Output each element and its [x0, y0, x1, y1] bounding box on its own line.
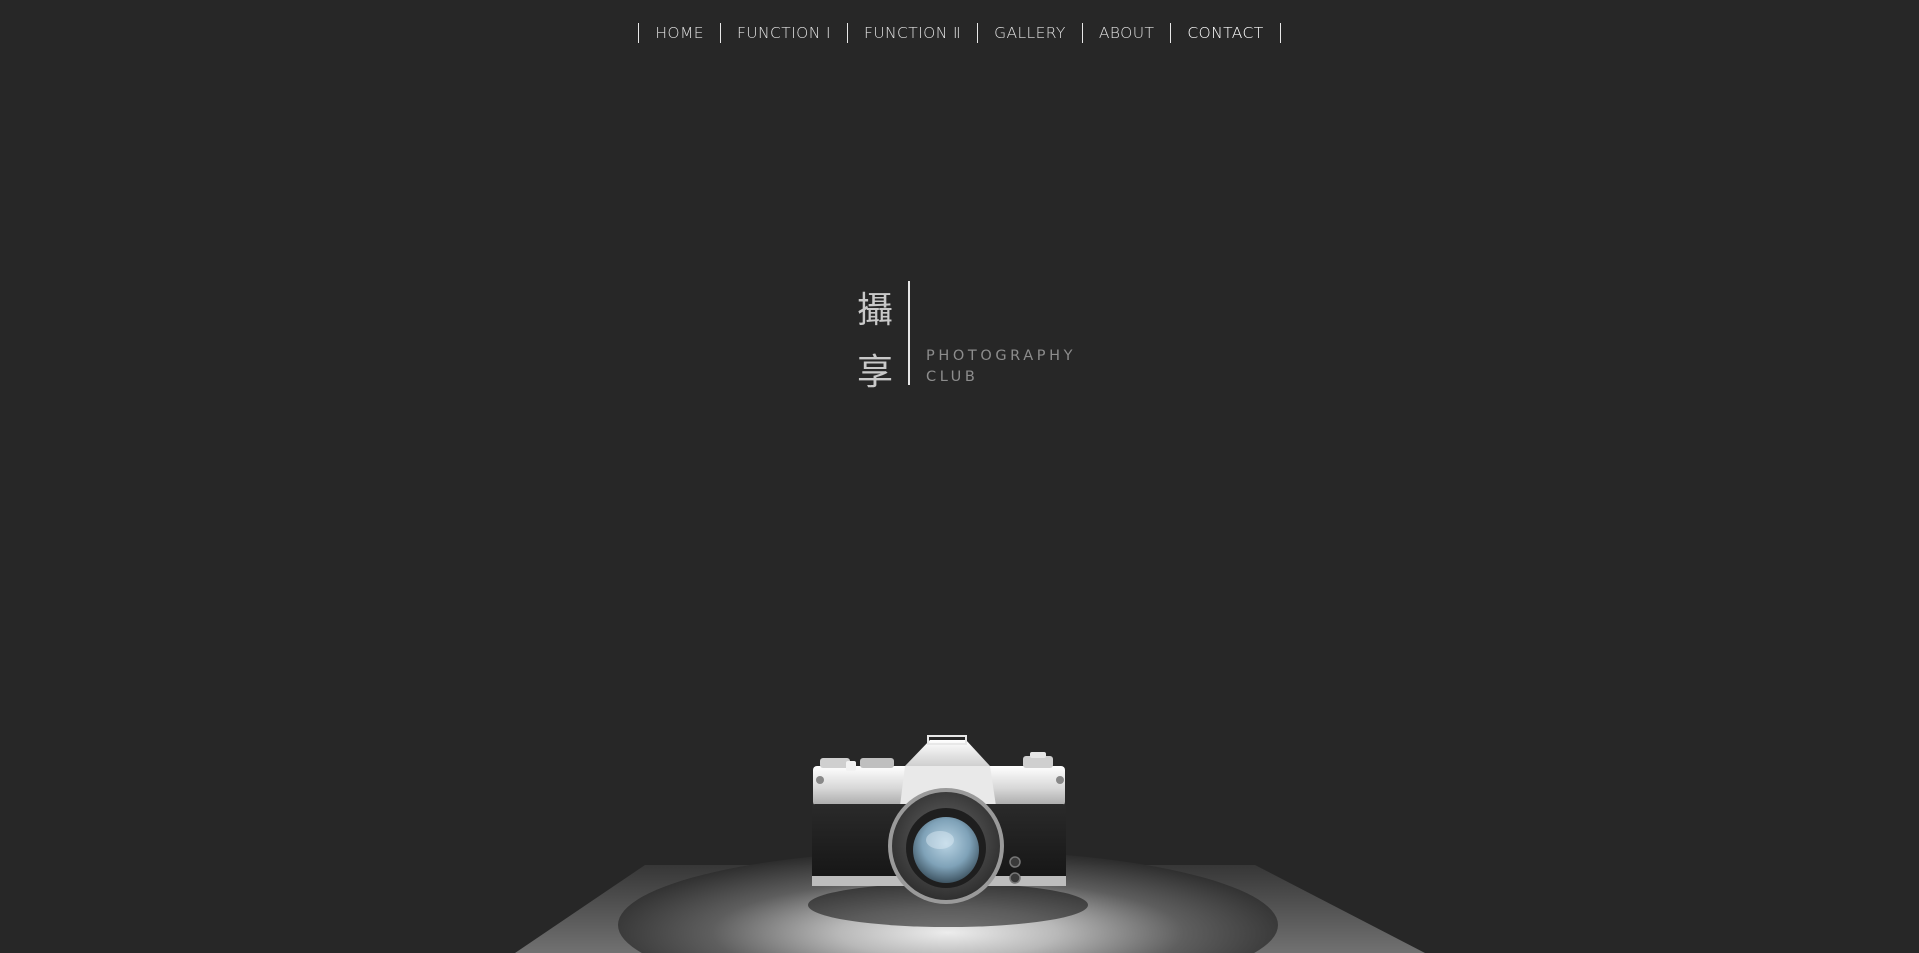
vintage-film-camera-icon: [515, 735, 1425, 953]
page: HOME FUNCTION Ⅰ FUNCTION Ⅱ GALLERY ABOUT…: [0, 0, 1919, 953]
nav-gallery[interactable]: GALLERY: [978, 23, 1083, 43]
nav-function-2[interactable]: FUNCTION Ⅱ: [848, 23, 979, 43]
nav-about[interactable]: ABOUT: [1083, 23, 1172, 43]
logo-chinese-char-1: 攝: [856, 290, 893, 331]
nav-home[interactable]: HOME: [639, 23, 721, 43]
logo-english-subtitle: PHOTOGRAPHY CLUB: [926, 346, 1076, 388]
nav-function-1[interactable]: FUNCTION Ⅰ: [721, 23, 848, 43]
logo-divider: [908, 281, 910, 385]
nav-contact[interactable]: CONTACT: [1171, 23, 1281, 43]
hero-camera-scene: [0, 700, 1919, 953]
top-navigation: HOME FUNCTION Ⅰ FUNCTION Ⅱ GALLERY ABOUT…: [0, 23, 1919, 43]
logo-english-line-1: PHOTOGRAPHY: [926, 348, 1077, 364]
site-logo: 攝 享 PHOTOGRAPHY CLUB: [855, 280, 1095, 393]
nav-list: HOME FUNCTION Ⅰ FUNCTION Ⅱ GALLERY ABOUT…: [638, 23, 1281, 43]
logo-english-line-2: CLUB: [926, 369, 979, 385]
logo-chinese-title: 攝 享: [855, 280, 895, 404]
logo-chinese-char-2: 享: [856, 352, 893, 393]
